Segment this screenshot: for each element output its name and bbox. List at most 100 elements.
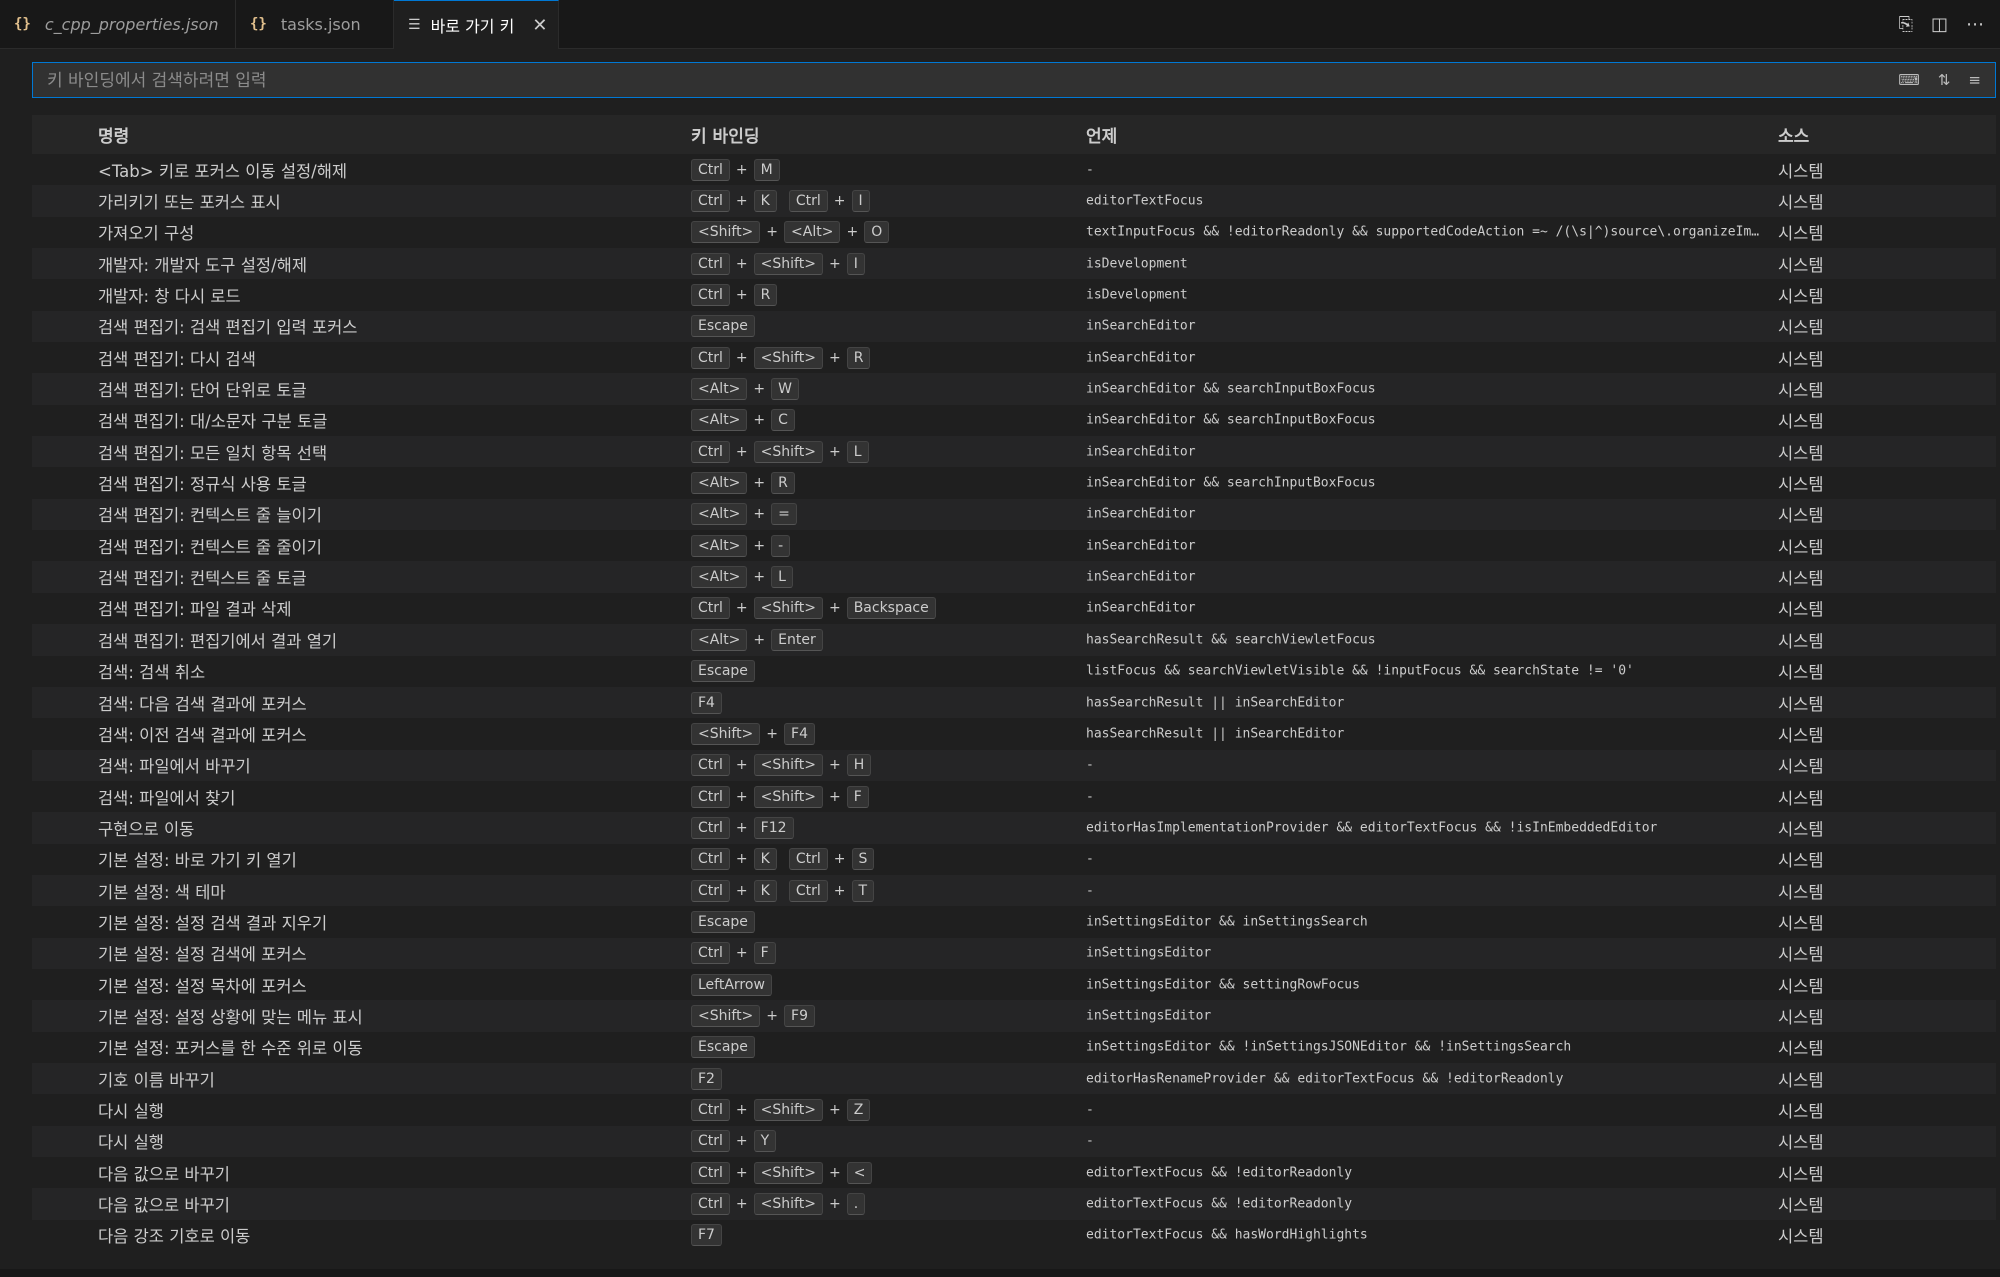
keybinding-cell: <Shift> + <Alt> + O [691, 221, 890, 244]
column-header-source[interactable]: 소스 [1778, 122, 1809, 147]
table-row[interactable]: 기본 설정: 바로 가기 키 열기 Ctrl + K Ctrl + S - 시스템 [32, 844, 1996, 875]
record-keys-icon[interactable]: ⌨ [1898, 71, 1920, 89]
tab-tasks-json[interactable]: {} tasks.json [236, 0, 394, 48]
table-row[interactable]: 기본 설정: 포커스를 한 수준 위로 이동 Escape inSettingsEd… [32, 1032, 1996, 1063]
column-header-keybinding[interactable]: 키 바인딩 [691, 122, 759, 147]
keybinding-cell: <Alt> + - [691, 534, 791, 557]
keybinding-cell: Ctrl + K Ctrl + T [691, 879, 875, 902]
key-label: Ctrl [691, 816, 730, 839]
tab-c-cpp-properties[interactable]: {} c_cpp_properties.json [0, 0, 236, 48]
source-cell: 시스템 [1778, 1164, 1824, 1184]
search-actions: ⌨ ⇅ ≡ [1898, 63, 1981, 97]
plus-separator: + [828, 788, 841, 805]
when-cell: - [1086, 851, 1094, 867]
key-label: F4 [784, 722, 815, 745]
command-cell: <Tab> 키로 포커스 이동 설정/해제 [98, 161, 348, 181]
plus-separator: + [828, 349, 841, 366]
open-json-icon[interactable]: ⎘ [1899, 14, 1913, 35]
plus-separator: + [753, 506, 766, 523]
sort-by-precedence-icon[interactable]: ⇅ [1938, 71, 1951, 89]
table-row[interactable]: 다시 실행 Ctrl + <Shift> + Z - 시스템 [32, 1094, 1996, 1125]
plus-separator: + [735, 1164, 748, 1181]
keybinding-cell: Escape [691, 910, 755, 933]
table-row[interactable]: 검색: 다음 검색 결과에 포커스 F4 hasSearchResult || in… [32, 686, 1996, 719]
table-row[interactable]: 검색: 파일에서 바꾸기 Ctrl + <Shift> + H - 시스템 [32, 749, 1996, 781]
editor-actions: ⎘ ◫ ⋯ [1899, 0, 1984, 48]
table-row[interactable]: 다음 강조 기호로 이동 F7 editorTextFocus && hasWord… [32, 1220, 1996, 1251]
table-row[interactable]: 검색 편집기: 컨텍스트 줄 늘이기 <Alt> + = inSearchEditor 시… [32, 498, 1996, 531]
table-row[interactable]: 검색 편집기: 정규식 사용 토글 <Alt> + RinSearchEditor &… [32, 467, 1996, 498]
keybinding-search-box: ⌨ ⇅ ≡ [32, 62, 1996, 99]
plus-separator: + [735, 193, 748, 210]
close-icon[interactable]: ✕ [532, 15, 547, 36]
plus-separator: + [828, 255, 841, 272]
table-row[interactable]: 기호 이름 바꾸기 F2 editorHasRenameProvider && ed… [32, 1062, 1996, 1095]
column-header-when[interactable]: 언제 [1086, 122, 1117, 147]
table-row[interactable]: 가리키기 또는 포커스 표시 Ctrl + K Ctrl + IeditorTextFocu… [32, 185, 1996, 217]
key-label: F [753, 942, 776, 965]
table-row[interactable]: 검색: 검색 취소 Escape listFocus && searchViewle… [32, 656, 1996, 687]
table-row[interactable]: 검색 편집기: 컨텍스트 줄 토글 <Alt> + LinSearchEditor 시스… [32, 561, 1996, 593]
command-cell: 검색 편집기: 컨텍스트 줄 토글 [98, 569, 307, 589]
column-header-command[interactable]: 명령 [98, 122, 129, 147]
table-row[interactable]: 다시 실행 Ctrl + Y - 시스템 [32, 1125, 1996, 1157]
table-row[interactable]: 다음 값으로 바꾸기 Ctrl + <Shift> + < editorTextFocus … [32, 1157, 1996, 1188]
key-label: Ctrl [691, 754, 730, 777]
keybinding-cell: Ctrl + F12 [691, 816, 794, 839]
keybinding-cell: LeftArrow [691, 973, 772, 996]
table-row[interactable]: 가져오기 구성 <Shift> + <Alt> + OtextInputFocus && … [32, 217, 1996, 248]
table-row[interactable]: 검색: 파일에서 찾기 Ctrl + <Shift> + F - 시스템 [32, 781, 1996, 812]
source-cell: 시스템 [1778, 349, 1824, 369]
table-row[interactable]: 검색 편집기: 대/소문자 구분 토글 <Alt> + CinSearchEditor… [32, 405, 1996, 436]
table-row[interactable]: 기본 설정: 설정 목차에 포커스 LeftArrow inSettingsEdit… [32, 969, 1996, 1000]
command-cell: 검색 편집기: 정규식 사용 토글 [98, 475, 307, 495]
source-cell: 시스템 [1778, 255, 1824, 275]
plus-separator: + [753, 381, 766, 398]
table-row[interactable]: 검색 편집기: 다시 검색 Ctrl + <Shift> + RinSearchEdito… [32, 342, 1996, 373]
plus-separator: + [766, 224, 779, 241]
table-row[interactable]: 검색 편집기: 단어 단위로 토글 <Alt> + WinSearchEditor &… [32, 373, 1996, 405]
table-row[interactable]: 기본 설정: 설정 검색에 포커스 Ctrl + FinSettingsEditor 시… [32, 937, 1996, 969]
table-row[interactable]: 검색: 이전 검색 결과에 포커스 <Shift> + F4 hasSearchResu… [32, 718, 1996, 749]
table-row[interactable]: 검색 편집기: 모든 일치 항목 선택 Ctrl + <Shift> + LinSearc… [32, 436, 1996, 468]
key-label: F7 [691, 1224, 722, 1247]
table-row[interactable]: 검색 편집기: 편집기에서 결과 열기 <Alt> + Enter hasSearchR… [32, 624, 1996, 656]
when-cell: editorTextFocus [1086, 193, 1204, 209]
key-label: <Shift> [753, 252, 823, 275]
table-row[interactable]: 검색 편집기: 검색 편집기 입력 포커스 Escape inSearchEdito… [32, 310, 1996, 343]
table-row[interactable]: 기본 설정: 색 테마 Ctrl + K Ctrl + T - 시스템 [32, 874, 1996, 907]
table-row[interactable]: 구현으로 이동 Ctrl + F12 editorHasImplementationPr… [32, 812, 1996, 844]
key-label: Ctrl [691, 252, 730, 275]
command-cell: 검색: 파일에서 찾기 [98, 788, 236, 808]
table-row[interactable]: 검색 편집기: 파일 결과 삭제 Ctrl + <Shift> + Backspace in… [32, 593, 1996, 624]
when-cell: - [1086, 162, 1094, 178]
table-row[interactable]: 기본 설정: 설정 상황에 맞는 메뉴 표시 <Shift> + F9 inSettin… [32, 1000, 1996, 1032]
tab-keyboard-shortcuts[interactable]: ☰ 바로 가기 키 ✕ [394, 0, 559, 49]
key-label: R [771, 472, 795, 495]
plus-separator: + [766, 725, 779, 742]
command-cell: 다음 값으로 바꾸기 [98, 1164, 230, 1184]
command-cell: 기본 설정: 색 테마 [98, 882, 226, 902]
clear-search-icon[interactable]: ≡ [1968, 71, 1981, 89]
command-cell: 검색 편집기: 검색 편집기 입력 포커스 [98, 318, 358, 338]
table-row[interactable]: 기본 설정: 설정 검색 결과 지우기 Escape inSettingsEdito… [32, 906, 1996, 937]
table-row[interactable]: <Tab> 키로 포커스 이동 설정/해제 Ctrl + M - 시스템 [32, 154, 1996, 185]
key-label: <Alt> [691, 378, 748, 401]
keybinding-cell: <Alt> + Enter [691, 628, 823, 651]
key-label: LeftArrow [691, 973, 772, 996]
json-braces-icon: {} [250, 16, 267, 32]
table-row[interactable]: 다음 값으로 바꾸기 Ctrl + <Shift> +. editorTextFocus … [32, 1188, 1996, 1220]
source-cell: 시스템 [1778, 600, 1824, 620]
key-label: <Shift> [753, 1193, 823, 1216]
table-row[interactable]: 개발자: 창 다시 로드 Ctrl + RisDevelopment 시스템 [32, 279, 1996, 310]
when-cell: inSearchEditor && searchInputBoxFocus [1086, 475, 1376, 491]
key-label: <Alt> [691, 628, 748, 651]
command-cell: 다음 값으로 바꾸기 [98, 1196, 230, 1216]
more-actions-icon[interactable]: ⋯ [1966, 14, 1984, 35]
split-editor-icon[interactable]: ◫ [1931, 14, 1948, 35]
table-row[interactable]: 검색 편집기: 컨텍스트 줄 줄이기 <Alt> + - inSearchEditor 시… [32, 530, 1996, 561]
table-row[interactable]: 개발자: 개발자 도구 설정/해제 Ctrl + <Shift> + IisDevelop… [32, 248, 1996, 280]
command-cell: 다음 강조 기호로 이동 [98, 1227, 251, 1247]
search-input[interactable] [45, 63, 1899, 99]
key-label: <Shift> [691, 722, 761, 745]
